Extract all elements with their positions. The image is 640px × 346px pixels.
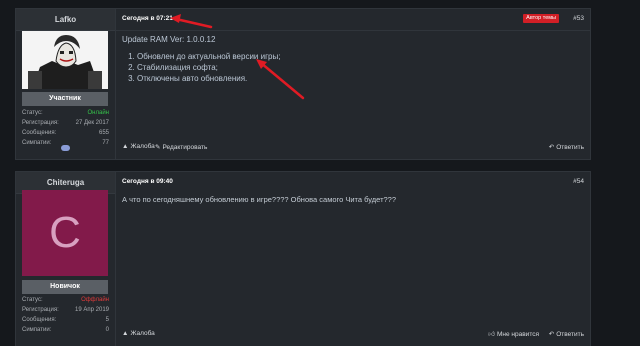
list-item: Отключены авто обновления.	[137, 73, 280, 84]
reply-button[interactable]: ↶ Ответить	[549, 143, 584, 151]
change-list: Обновлен до актуальной версии игры; Стаб…	[122, 51, 280, 84]
username[interactable]: Lafko	[16, 9, 115, 31]
stat-row: Регистрация: 27 Дек 2017	[22, 120, 109, 126]
list-item: Обновлен до актуальной версии игры;	[137, 51, 280, 62]
warning-icon: ▲	[122, 143, 129, 150]
post-date[interactable]: Сегодня в 09:40	[122, 178, 173, 185]
post-header: Сегодня в 07:21 Автор темы #53	[116, 9, 590, 31]
post-54: Chiteruga C Новичок Статус: Оффлайн Регис…	[15, 171, 591, 346]
discord-icon[interactable]	[61, 145, 70, 151]
reply-button[interactable]: ↶ Ответить	[549, 330, 584, 338]
post-content: Сегодня в 09:40 #54 А что по сегодняшнем…	[116, 172, 590, 346]
post-number[interactable]: #54	[573, 178, 584, 185]
post-number[interactable]: #53	[573, 15, 584, 22]
user-panel: Chiteruga C Новичок Статус: Оффлайн Регис…	[16, 172, 116, 346]
stat-row: Статус: Онлайн	[22, 110, 109, 116]
post-date[interactable]: Сегодня в 07:21	[122, 15, 173, 22]
role-badge: Новичок	[22, 280, 108, 294]
avatar[interactable]: C	[22, 190, 108, 276]
author-badge: Автор темы	[523, 14, 559, 23]
stat-row: Симпатии: 0	[22, 327, 109, 333]
avatar[interactable]	[22, 31, 108, 89]
user-stats: Статус: Оффлайн Регистрация: 19 Апр 2019 С…	[22, 295, 109, 335]
post-footer: ▲ Жалоба 👍︎ Мне нравится ↶ Ответить	[122, 330, 584, 339]
stat-row: Сообщения: 5	[22, 317, 109, 323]
user-stats: Статус: Онлайн Регистрация: 27 Дек 2017 Со…	[22, 108, 109, 148]
report-button[interactable]: ▲ Жалоба	[122, 143, 155, 150]
role-badge: Участник	[22, 92, 108, 106]
reply-icon: ↶	[548, 331, 555, 338]
stat-row: Сообщения: 655	[22, 130, 109, 136]
post-footer: ▲ Жалоба ✎ Редактировать ↶ Ответить	[122, 143, 584, 152]
report-button[interactable]: ▲ Жалоба	[122, 330, 155, 337]
like-button[interactable]: 👍︎ Мне нравится	[488, 330, 539, 338]
list-item: Стабилизация софта;	[137, 62, 280, 73]
pencil-icon: ✎	[155, 144, 161, 151]
post-title: Update RAM Ver: 1.0.0.12	[122, 35, 216, 44]
stat-row: Регистрация: 19 Апр 2019	[22, 307, 109, 313]
post-53: Lafko Участник Статус: Онлайн Регистрация…	[15, 8, 591, 160]
post-header: Сегодня в 09:40 #54	[116, 172, 590, 193]
user-panel: Lafko Участник Статус: Онлайн Регистрация…	[16, 9, 116, 159]
edit-button[interactable]: ✎ Редактировать	[155, 143, 207, 151]
thumbs-up-icon: 👍︎	[488, 331, 495, 338]
warning-icon: ▲	[122, 330, 129, 337]
post-body: А что по сегодняшнему обновлению в игре?…	[122, 195, 397, 204]
stat-row: Статус: Оффлайн	[22, 297, 109, 303]
post-body: Update RAM Ver: 1.0.0.12 Обновлен до акт…	[122, 35, 280, 84]
reply-icon: ↶	[548, 144, 555, 151]
post-content: Сегодня в 07:21 Автор темы #53 Update RA…	[116, 9, 590, 159]
